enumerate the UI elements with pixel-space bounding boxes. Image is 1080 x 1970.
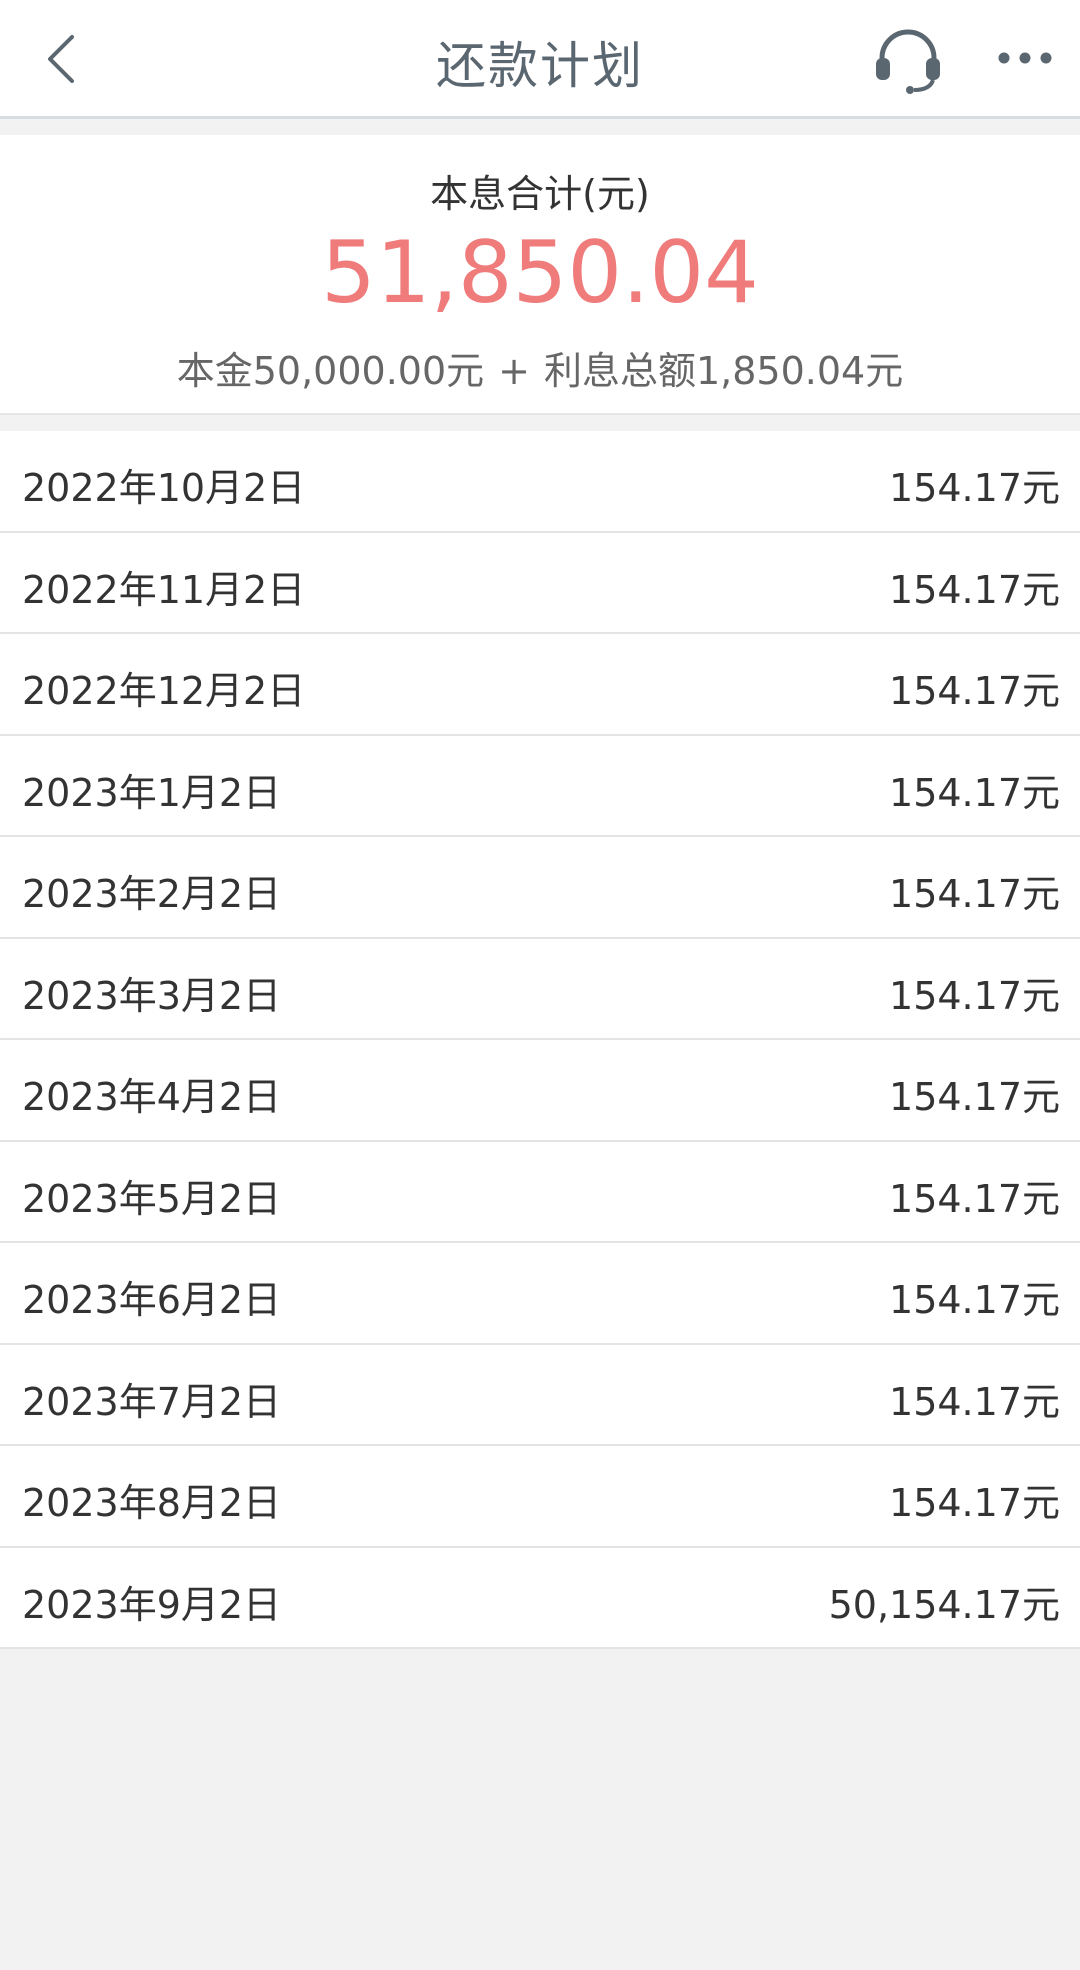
total-amount: 51,850.04 [321,223,759,323]
total-label: 本息合计(元) [430,172,650,216]
payment-date: 2022年10月2日 [22,466,306,510]
customer-service-button[interactable] [872,24,944,96]
payment-date: 2022年12月2日 [22,669,306,713]
payment-amount: 154.17元 [889,872,1060,916]
payment-date: 2023年4月2日 [22,1075,282,1119]
payment-date: 2023年8月2日 [22,1481,282,1525]
payment-date: 2023年6月2日 [22,1278,282,1322]
payment-amount: 154.17元 [889,1278,1060,1322]
payment-amount: 154.17元 [889,1075,1060,1119]
payment-amount: 154.17元 [889,973,1060,1018]
divider [0,415,1080,431]
schedule-row: 2023年6月2日 154.17元 [0,1243,1080,1345]
amount-breakdown: 本金50,000.00元 + 利息总额1,850.04元 [0,340,1080,395]
schedule-row: 2022年10月2日 154.17元 [0,431,1080,533]
payment-amount: 154.17元 [889,1481,1060,1525]
more-horizontal-icon [998,52,1052,64]
headset-icon [876,29,940,94]
top-app-bar: 还款计划 [0,0,1080,119]
schedule-row: 2023年7月2日 154.17元 [0,1345,1080,1446]
principal-text: 本金50,000.00元 [176,349,485,393]
payment-amount: 154.17元 [889,669,1060,713]
payment-date: 2023年1月2日 [22,770,282,815]
schedule-row: 2023年4月2日 154.17元 [0,1040,1080,1142]
schedule-row: 2022年12月2日 154.17元 [0,634,1080,736]
plus-sign: + [498,349,530,393]
schedule-row: 2023年1月2日 154.17元 [0,736,1080,837]
schedule-row: 2023年8月2日 154.17元 [0,1446,1080,1548]
payment-date: 2023年3月2日 [22,973,282,1018]
repayment-schedule-list: 2022年10月2日 154.17元 2022年11月2日 154.17元 20… [0,431,1080,1649]
payment-date: 2023年9月2日 [22,1582,282,1627]
payment-amount: 154.17元 [889,567,1060,612]
payment-date: 2022年11月2日 [22,567,306,612]
payment-amount: 154.17元 [889,466,1060,510]
divider [0,119,1080,135]
repayment-summary: 本息合计(元) 51,850.04 本金50,000.00元 + 利息总额1,850… [0,135,1080,415]
payment-date: 2023年5月2日 [22,1176,282,1221]
payment-date: 2023年7月2日 [22,1379,282,1424]
interest-text: 利息总额1,850.04元 [544,349,904,393]
schedule-row: 2023年5月2日 154.17元 [0,1142,1080,1243]
payment-amount: 154.17元 [889,1379,1060,1424]
more-button[interactable] [990,38,1060,78]
payment-amount: 50,154.17元 [828,1582,1060,1627]
payment-amount: 154.17元 [889,770,1060,815]
payment-amount: 154.17元 [889,1176,1060,1221]
payment-date: 2023年2月2日 [22,872,282,916]
schedule-row: 2023年2月2日 154.17元 [0,837,1080,939]
schedule-row: 2023年9月2日 50,154.17元 [0,1548,1080,1649]
schedule-row: 2023年3月2日 154.17元 [0,939,1080,1040]
schedule-row: 2022年11月2日 154.17元 [0,533,1080,634]
